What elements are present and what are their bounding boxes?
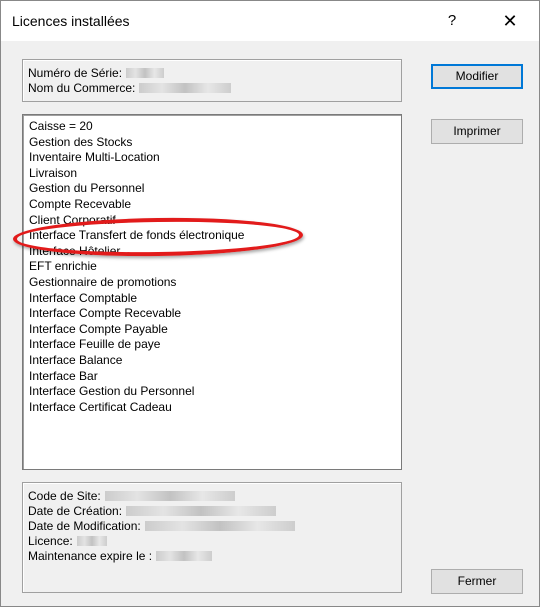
modification-date-row: Date de Modification:	[28, 519, 295, 533]
licence-label: Licence:	[28, 534, 73, 548]
close-icon[interactable]: ✕	[495, 7, 525, 35]
serial-number-row: Numéro de Série:	[28, 66, 165, 80]
licence-list-item[interactable]: Interface Gestion du Personnel	[29, 384, 194, 398]
licence-list-item[interactable]: Interface Hôtelier	[29, 244, 120, 258]
licence-list-item[interactable]: Interface Balance	[29, 353, 122, 367]
licence-list-item[interactable]: Gestion des Stocks	[29, 135, 132, 149]
licence-list-item[interactable]: Inventaire Multi-Location	[29, 150, 160, 164]
licence-list-item[interactable]: Compte Recevable	[29, 197, 131, 211]
dialog-title: Licences installées	[12, 13, 130, 29]
licence-list-item[interactable]: Interface Compte Payable	[29, 322, 168, 336]
print-button[interactable]: Imprimer	[431, 119, 523, 144]
licence-list-item[interactable]: Gestion du Personnel	[29, 181, 144, 195]
licence-list-item[interactable]: Interface Bar	[29, 369, 98, 383]
licence-list-item[interactable]: Client Corporatif	[29, 213, 116, 227]
site-code-label: Code de Site:	[28, 489, 101, 503]
site-code-row: Code de Site:	[28, 489, 235, 503]
licence-list-item[interactable]: Caisse = 20	[29, 119, 93, 133]
licence-list-item[interactable]: Livraison	[29, 166, 77, 180]
licence-list-item[interactable]: Interface Transfert de fonds électroniqu…	[29, 228, 244, 242]
licence-list-item[interactable]: Gestionnaire de promotions	[29, 275, 176, 289]
redacted-serial-number	[126, 68, 165, 78]
redacted-creation-date	[126, 506, 277, 516]
licence-list-item[interactable]: EFT enrichie	[29, 259, 97, 273]
close-button[interactable]: Fermer	[431, 569, 523, 594]
title-bar: Licences installées ? ✕	[1, 1, 539, 41]
licence-list-item[interactable]: Interface Certificat Cadeau	[29, 400, 172, 414]
creation-date-row: Date de Création:	[28, 504, 277, 518]
help-button[interactable]: ?	[441, 10, 463, 32]
modification-date-label: Date de Modification:	[28, 519, 141, 533]
site-info-box: Code de Site: Date de Création: Date de …	[22, 482, 402, 593]
licences-listbox[interactable]: Caisse = 20 Gestion des Stocks Inventaire …	[22, 114, 402, 470]
store-name-label: Nom du Commerce:	[28, 81, 136, 95]
redacted-maintenance-date	[156, 551, 213, 561]
licence-list-item[interactable]: Interface Comptable	[29, 291, 137, 305]
licence-row: Licence:	[28, 534, 107, 548]
store-name-row: Nom du Commerce:	[28, 81, 232, 95]
serial-info-box: Numéro de Série: Nom du Commerce:	[22, 59, 402, 102]
redacted-site-code	[104, 491, 235, 501]
redacted-licence	[76, 536, 107, 546]
modify-button[interactable]: Modifier	[431, 64, 523, 89]
creation-date-label: Date de Création:	[28, 504, 123, 518]
licences-dialog: Licences installées ? ✕ Numéro de Série:…	[0, 0, 540, 607]
serial-number-label: Numéro de Série:	[28, 66, 123, 80]
redacted-store-name	[139, 83, 232, 93]
licence-list-item[interactable]: Interface Compte Recevable	[29, 306, 181, 320]
maintenance-label: Maintenance expire le :	[28, 549, 153, 563]
redacted-modification-date	[144, 521, 295, 531]
maintenance-row: Maintenance expire le :	[28, 549, 213, 563]
licence-list-item[interactable]: Interface Feuille de paye	[29, 337, 160, 351]
